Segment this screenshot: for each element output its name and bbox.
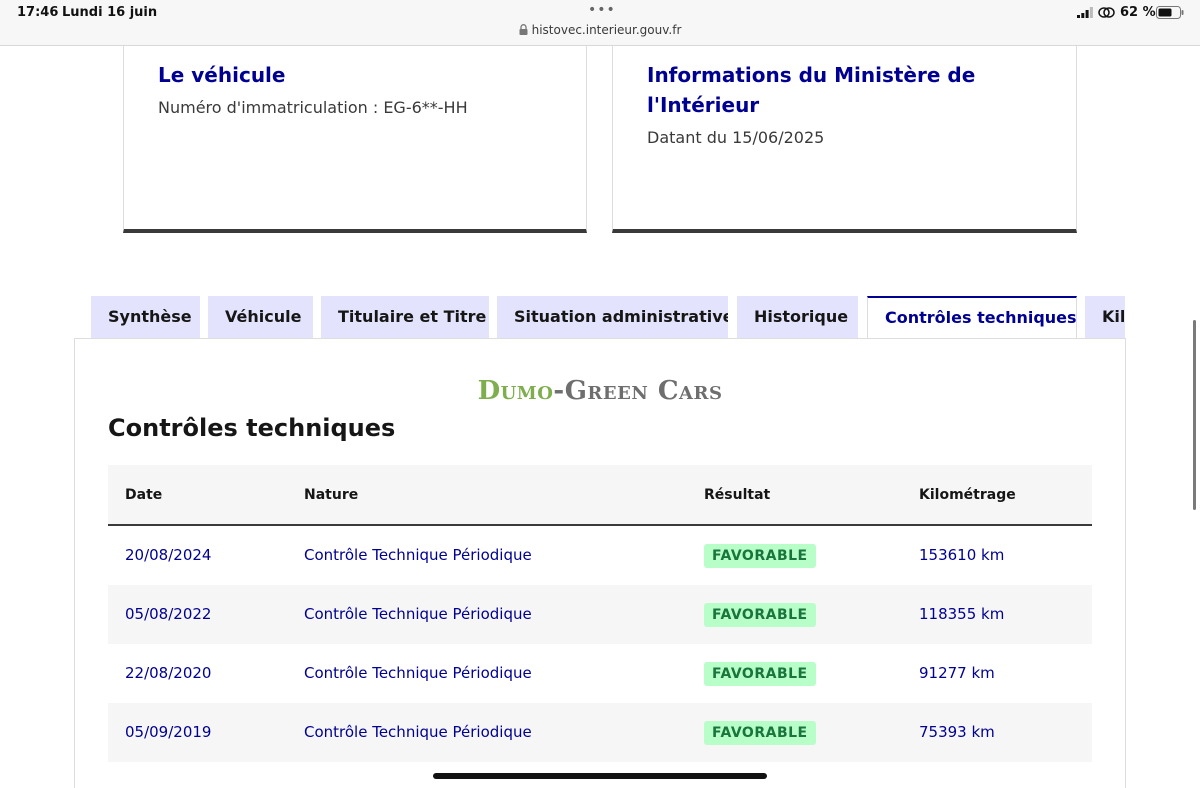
cell-nature: Contrôle Technique Périodique [304,605,532,623]
scrollbar-thumb[interactable] [1193,320,1196,510]
table-row: 22/08/2020 Contrôle Technique Périodique… [108,644,1092,703]
more-dots-icon[interactable]: ••• [588,2,616,18]
date: Lundi 16 juin [62,5,158,20]
tab-synthese[interactable]: Synthèse [91,296,200,338]
table-header: Date Nature Résultat Kilométrage [108,465,1092,526]
tab-vehicule[interactable]: Véhicule [208,296,313,338]
battery-icon [1156,6,1184,19]
result-badge: FAVORABLE [704,602,816,627]
cell-date: 20/08/2024 [125,546,212,564]
lock-icon [519,24,528,35]
watermark-logo: Dumo-Green Cars [477,376,723,406]
cellular-signal-icon [1077,7,1093,18]
tab-historique[interactable]: Historique [737,296,858,338]
data-date: Datant du 15/06/2025 [647,128,825,147]
tab-kilometrage[interactable]: Kilométrage [1085,296,1125,338]
url-text: histovec.interieur.gouv.fr [531,23,682,37]
table-row: 05/09/2019 Contrôle Technique Périodique… [108,703,1092,762]
vehicle-card: Le véhicule Numéro d'immatriculation : E… [123,46,587,233]
cell-nature: Contrôle Technique Périodique [304,664,532,682]
ministry-card-title: Informations du Ministère de l'Intérieur [647,63,976,117]
result-badge: FAVORABLE [704,661,816,686]
column-header-nature: Nature [304,487,359,503]
tab-controles-techniques[interactable]: Contrôles techniques [867,296,1077,339]
cell-date: 05/09/2019 [125,723,212,741]
battery-percent: 62 % [1120,5,1156,20]
technical-inspections-table: Date Nature Résultat Kilométrage 20/08/2… [108,465,1092,762]
cell-nature: Contrôle Technique Périodique [304,723,532,741]
tab-titulaire-et-titre[interactable]: Titulaire et Titre [321,296,489,338]
tab-bar: Synthèse Véhicule Titulaire et Titre Sit… [91,296,1125,339]
address-bar[interactable]: histovec.interieur.gouv.fr [0,23,1200,37]
section-title: Contrôles techniques [108,414,396,442]
result-badge: FAVORABLE [704,543,816,568]
cell-mileage: 91277 km [919,664,995,682]
cell-date: 22/08/2020 [125,664,212,682]
hotspot-icon [1098,7,1115,18]
column-header-result: Résultat [704,487,771,503]
tab-situation-administrative[interactable]: Situation administrative [497,296,728,338]
column-header-mileage: Kilométrage [919,487,1016,503]
registration-number: Numéro d'immatriculation : EG-6**-HH [158,98,468,117]
cell-mileage: 153610 km [919,546,1005,564]
vehicle-card-title: Le véhicule [158,63,286,87]
table-row: 05/08/2022 Contrôle Technique Périodique… [108,585,1092,644]
status-bar: 17:46 Lundi 16 juin ••• histovec.interie… [0,0,1200,46]
home-indicator[interactable] [433,773,767,779]
result-badge: FAVORABLE [704,720,816,745]
cell-nature: Contrôle Technique Périodique [304,546,532,564]
clock: 17:46 [17,5,59,20]
column-header-date: Date [125,487,163,503]
ministry-info-card: Informations du Ministère de l'Intérieur… [612,46,1077,233]
table-row: 20/08/2024 Contrôle Technique Périodique… [108,526,1092,585]
cell-date: 05/08/2022 [125,605,212,623]
cell-mileage: 75393 km [919,723,995,741]
cell-mileage: 118355 km [919,605,1005,623]
